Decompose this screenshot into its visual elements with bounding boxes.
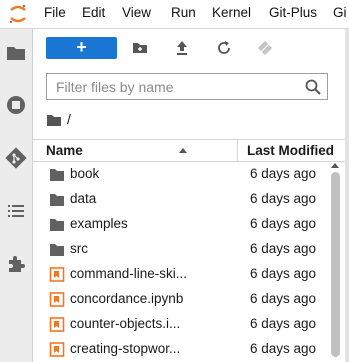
- sort-ascending-icon[interactable]: [179, 148, 187, 153]
- menu-kernel[interactable]: Kernel: [212, 5, 251, 20]
- file-last-modified: 6 days ago: [250, 316, 317, 331]
- file-last-modified: 6 days ago: [250, 266, 317, 281]
- file-last-modified: 6 days ago: [250, 166, 317, 181]
- upload-icon[interactable]: [172, 38, 192, 58]
- file-name: examples: [70, 216, 128, 231]
- listing-header: Name Last Modified: [33, 139, 345, 162]
- folder-icon: [50, 244, 64, 256]
- breadcrumb-root[interactable]: /: [67, 111, 71, 127]
- extension-icon[interactable]: [5, 253, 27, 275]
- folder-icon: [50, 169, 64, 181]
- new-folder-icon[interactable]: [130, 38, 150, 58]
- notebook-icon: [49, 317, 65, 332]
- file-name: creating-stopwor...: [70, 341, 181, 356]
- menu-run[interactable]: Run: [171, 5, 196, 20]
- menu-view[interactable]: View: [122, 5, 151, 20]
- folder-icon[interactable]: [5, 42, 27, 64]
- notebook-icon: [49, 292, 65, 307]
- file-name: concordance.ipynb: [70, 291, 184, 306]
- file-last-modified: 6 days ago: [250, 291, 317, 306]
- listing-scrollbar[interactable]: [329, 163, 343, 362]
- column-header-last-modified[interactable]: Last Modified: [247, 143, 334, 158]
- menu-git-plus[interactable]: Git-Plus: [269, 5, 317, 20]
- file-browser-toolbar: +: [33, 29, 345, 67]
- refresh-icon[interactable]: [214, 38, 234, 58]
- new-launcher-button[interactable]: +: [46, 37, 117, 59]
- folder-icon: [50, 219, 64, 231]
- jupyter-logo-icon[interactable]: [8, 3, 28, 25]
- left-sidebar: [0, 29, 33, 362]
- file-name: command-line-ski...: [70, 266, 188, 281]
- list-item[interactable]: command-line-ski... 6 days ago: [33, 262, 333, 287]
- list-item[interactable]: src 6 days ago: [33, 237, 333, 262]
- home-folder-icon[interactable]: [46, 113, 62, 127]
- file-last-modified: 6 days ago: [250, 216, 317, 231]
- folder-icon: [50, 194, 64, 206]
- scrollbar-thumb[interactable]: [331, 172, 340, 357]
- file-last-modified: 6 days ago: [250, 341, 317, 356]
- list-item[interactable]: counter-objects.i... 6 days ago: [33, 312, 333, 337]
- running-icon[interactable]: [5, 94, 27, 116]
- menu-edit[interactable]: Edit: [82, 5, 105, 20]
- file-name: book: [70, 166, 100, 181]
- file-browser-panel: + / Name Last M: [33, 29, 345, 362]
- menu-bar: File Edit View Run Kernel Git-Plus Gi: [0, 0, 349, 29]
- list-item[interactable]: creating-stopwor... 6 days ago: [33, 337, 333, 362]
- file-last-modified: 6 days ago: [250, 241, 317, 256]
- column-divider[interactable]: [237, 140, 238, 161]
- file-filter: [46, 73, 328, 100]
- git-icon[interactable]: [5, 147, 27, 169]
- search-icon: [305, 79, 321, 95]
- menu-git[interactable]: Gi: [333, 5, 347, 20]
- file-last-modified: 6 days ago: [250, 191, 317, 206]
- file-name: src: [70, 241, 88, 256]
- list-item[interactable]: concordance.ipynb 6 days ago: [33, 287, 333, 312]
- list-item[interactable]: data 6 days ago: [33, 187, 333, 212]
- scroll-up-arrow-icon[interactable]: [331, 163, 339, 168]
- list-item[interactable]: book 6 days ago: [33, 162, 333, 187]
- filter-files-input[interactable]: [47, 74, 297, 99]
- file-name: data: [70, 191, 97, 206]
- file-name: counter-objects.i...: [70, 316, 181, 331]
- git-clone-icon[interactable]: [255, 38, 275, 58]
- toc-icon[interactable]: [5, 200, 27, 222]
- panel-resize-handle[interactable]: [345, 29, 349, 362]
- column-header-name[interactable]: Name: [46, 143, 83, 158]
- list-item[interactable]: examples 6 days ago: [33, 212, 333, 237]
- file-listing: book 6 days ago data 6 days ago examples 6 da…: [33, 162, 333, 362]
- menu-file[interactable]: File: [44, 5, 66, 20]
- notebook-icon: [49, 267, 65, 282]
- notebook-icon: [49, 342, 65, 357]
